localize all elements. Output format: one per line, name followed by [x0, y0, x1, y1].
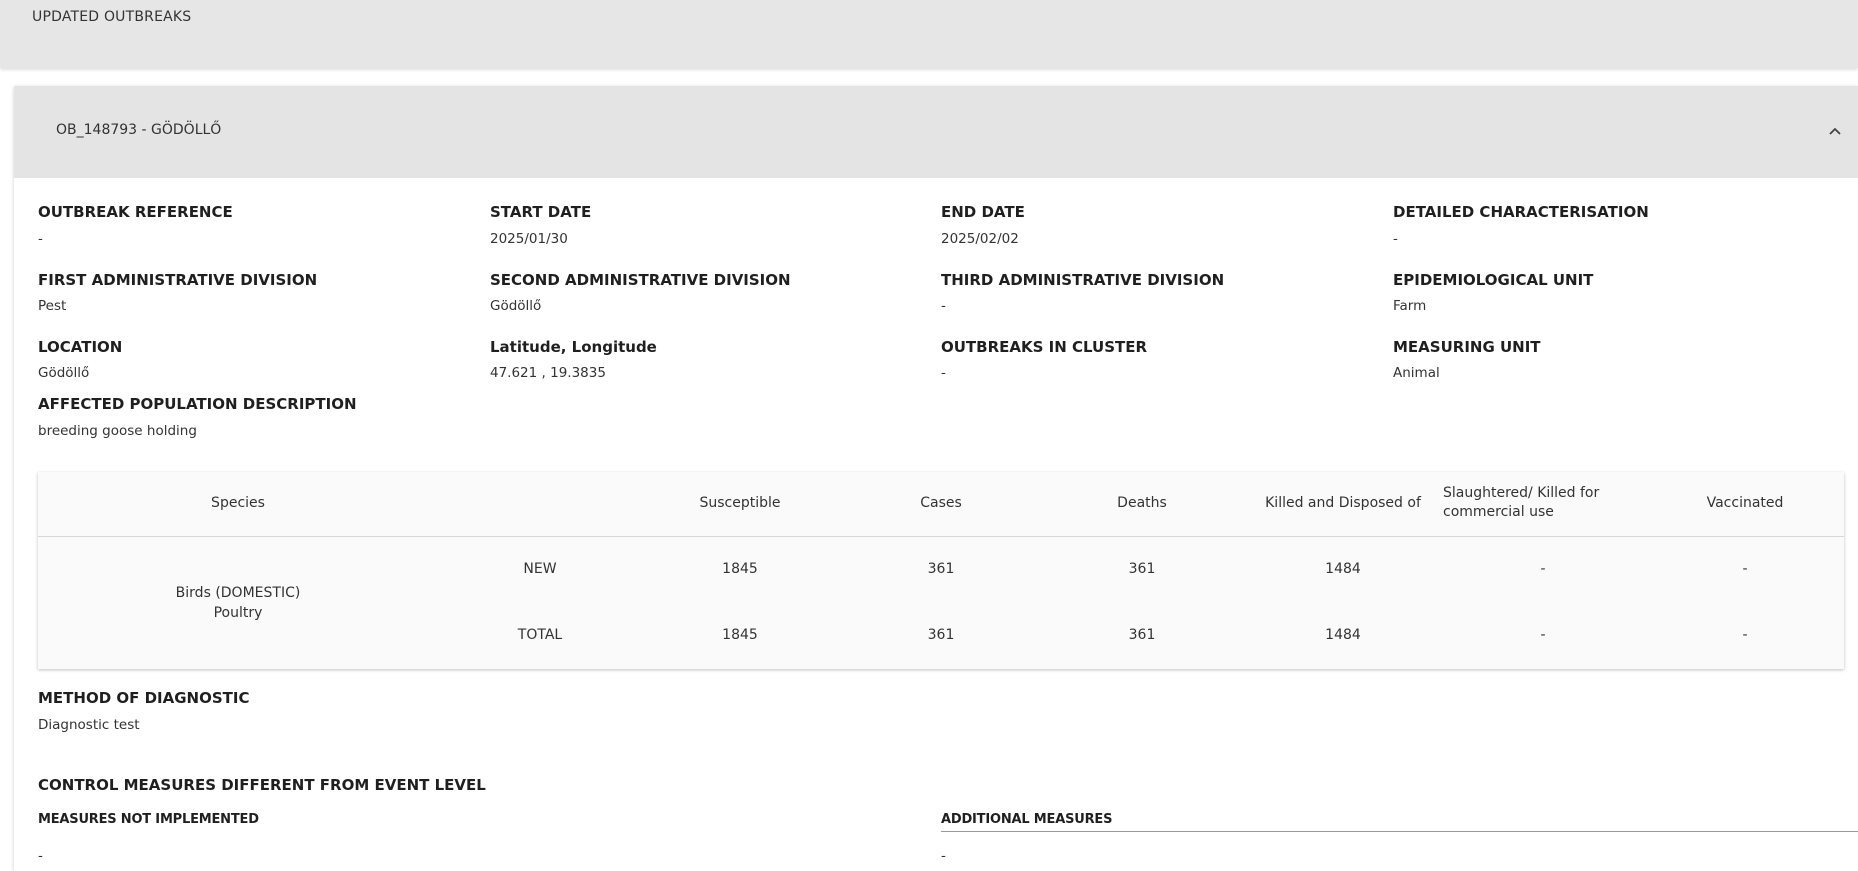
end-date-label: END DATE	[941, 203, 1025, 221]
row-total-cases: 361	[927, 627, 955, 643]
lat-long-value: 47.621 , 19.3835	[490, 365, 606, 381]
location-value: Gödöllő	[38, 365, 90, 381]
row-new-type: NEW	[523, 561, 557, 577]
second-admin-division-value: Gödöllő	[490, 298, 542, 314]
third-admin-division-value: -	[941, 298, 946, 314]
first-admin-division-label: FIRST ADMINISTRATIVE DIVISION	[38, 271, 318, 289]
row-total-vaccinated: -	[1742, 627, 1748, 643]
col-header-vaccinated: Vaccinated	[1706, 495, 1784, 511]
affected-population-label: AFFECTED POPULATION DESCRIPTION	[38, 395, 357, 413]
method-of-diagnostic-label: METHOD OF DIAGNOSTIC	[38, 689, 250, 707]
col-header-cases: Cases	[920, 495, 962, 511]
col-header-species: Species	[211, 495, 265, 511]
measuring-unit-value: Animal	[1393, 365, 1440, 381]
second-admin-division-label: SECOND ADMINISTRATIVE DIVISION	[490, 271, 791, 289]
chevron-up-icon[interactable]	[1824, 120, 1846, 142]
start-date-label: START DATE	[490, 203, 592, 221]
row-new-cases: 361	[927, 561, 955, 577]
affected-population-value: breeding goose holding	[38, 423, 197, 439]
species-group: Poultry	[213, 605, 263, 621]
method-of-diagnostic-value: Diagnostic test	[38, 717, 140, 733]
outbreak-panel-header[interactable]: OB_148793 - GÖDÖLLŐ	[14, 86, 1858, 178]
additional-measures-divider	[941, 831, 1858, 832]
row-total-killed-disposed: 1484	[1325, 627, 1361, 643]
end-date-value: 2025/02/02	[941, 231, 1019, 247]
col-header-deaths: Deaths	[1117, 495, 1167, 511]
detailed-characterisation-label: DETAILED CHARACTERISATION	[1393, 203, 1649, 221]
epidemiological-unit-value: Farm	[1393, 298, 1427, 314]
outbreak-title: OB_148793 - GÖDÖLLŐ	[56, 122, 222, 138]
first-admin-division-value: Pest	[38, 298, 67, 314]
measures-not-implemented-label: MEASURES NOT IMPLEMENTED	[38, 812, 259, 827]
lat-long-label: Latitude, Longitude	[490, 338, 657, 356]
row-total-susceptible: 1845	[722, 627, 758, 643]
species-table: Species Susceptible Cases Deaths Killed …	[38, 472, 1844, 669]
row-new-slaughtered: -	[1540, 561, 1546, 577]
third-admin-division-label: THIRD ADMINISTRATIVE DIVISION	[941, 271, 1225, 289]
row-total-slaughtered: -	[1540, 627, 1546, 643]
epidemiological-unit-label: EPIDEMIOLOGICAL UNIT	[1393, 271, 1594, 289]
outbreak-reference-label: OUTBREAK REFERENCE	[38, 203, 233, 221]
outbreak-panel: OB_148793 - GÖDÖLLŐ OUTBREAK REFERENCE -…	[14, 86, 1858, 871]
section-header: UPDATED OUTBREAKS	[0, 0, 1858, 68]
additional-measures-value: -	[941, 848, 946, 864]
row-new-killed-disposed: 1484	[1325, 561, 1361, 577]
section-title: UPDATED OUTBREAKS	[32, 9, 192, 25]
start-date-value: 2025/01/30	[490, 231, 568, 247]
outbreak-reference-value: -	[38, 231, 43, 247]
row-new-susceptible: 1845	[722, 561, 758, 577]
species-name: Birds (DOMESTIC)	[175, 585, 301, 601]
additional-measures-label: ADDITIONAL MEASURES	[941, 812, 1113, 827]
control-measures-title: CONTROL MEASURES DIFFERENT FROM EVENT LE…	[38, 776, 486, 794]
col-header-susceptible: Susceptible	[699, 495, 781, 511]
row-new-vaccinated: -	[1742, 561, 1748, 577]
location-label: LOCATION	[38, 338, 123, 356]
outbreaks-in-cluster-label: OUTBREAKS IN CLUSTER	[941, 338, 1148, 356]
row-total-deaths: 361	[1128, 627, 1156, 643]
table-header-divider	[38, 536, 1844, 537]
detailed-characterisation-value: -	[1393, 231, 1398, 247]
col-header-slaughtered: Slaughtered/ Killed for commercial use	[1443, 485, 1600, 520]
col-header-killed-disposed: Killed and Disposed of	[1265, 495, 1421, 511]
row-total-type: TOTAL	[517, 627, 563, 643]
measures-not-implemented-value: -	[38, 848, 43, 864]
measuring-unit-label: MEASURING UNIT	[1393, 338, 1541, 356]
row-new-deaths: 361	[1128, 561, 1156, 577]
outbreaks-in-cluster-value: -	[941, 365, 946, 381]
